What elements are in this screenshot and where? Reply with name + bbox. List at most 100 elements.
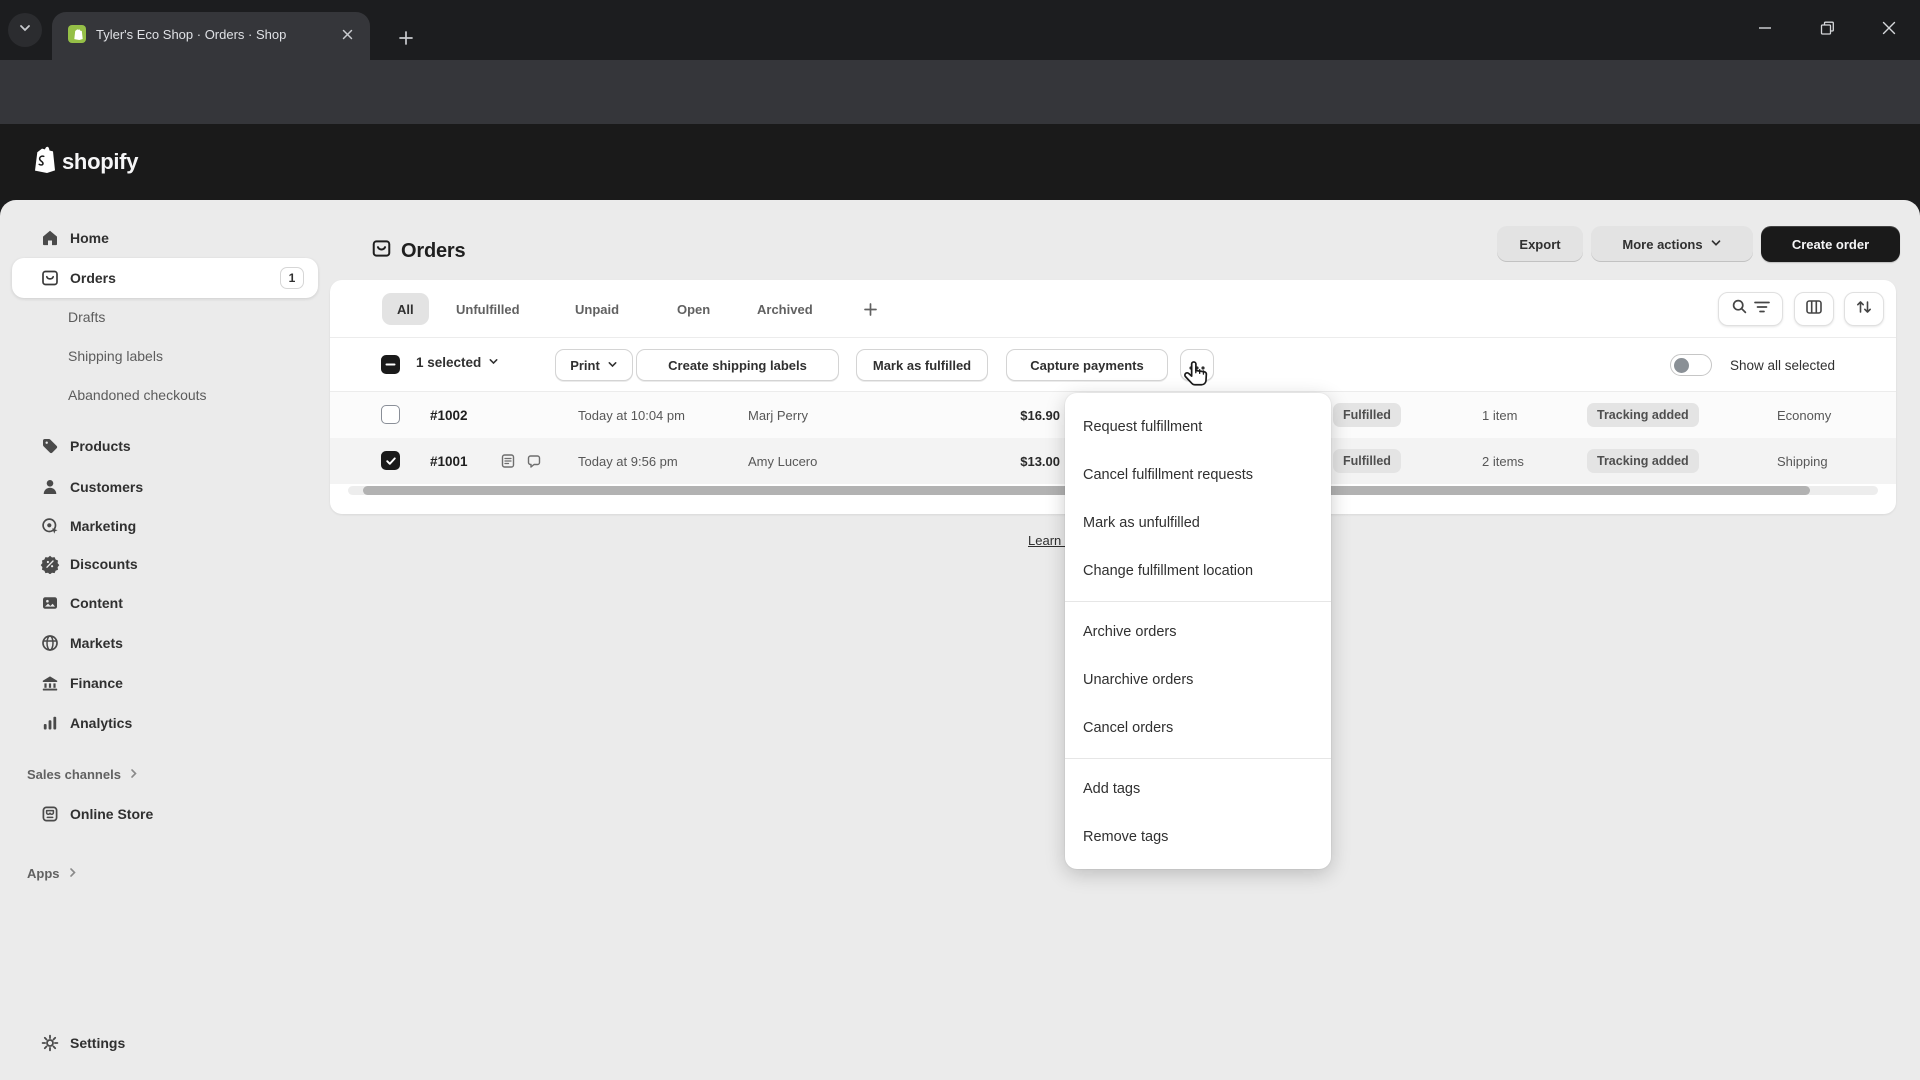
menu-item-mark-as-unfulfilled[interactable]: Mark as unfulfilled: [1065, 499, 1331, 547]
orders-count-badge: 1: [280, 267, 304, 289]
sidebar-item-online-store[interactable]: Online Store: [12, 794, 318, 834]
close-window-button[interactable]: [1858, 0, 1920, 56]
sidebar-item-label: Discounts: [70, 556, 138, 572]
sidebar-item-home[interactable]: Home: [12, 218, 318, 258]
apps-label: Apps: [27, 865, 60, 881]
mark-as-fulfilled-button[interactable]: Mark as fulfilled: [856, 349, 988, 381]
tab-label: Archived: [757, 301, 813, 317]
create-order-button[interactable]: Create order: [1761, 226, 1900, 262]
sidebar-item-label: Analytics: [70, 715, 133, 731]
order-total: $13.00: [1020, 454, 1060, 469]
menu-item-request-fulfillment[interactable]: Request fulfillment: [1065, 403, 1331, 451]
sidebar-item-analytics[interactable]: Analytics: [12, 703, 318, 743]
menu-item-archive-orders[interactable]: Archive orders: [1065, 608, 1331, 656]
sidebar-item-marketing[interactable]: Marketing: [12, 506, 318, 546]
sort-button[interactable]: [1844, 292, 1884, 326]
menu-item-cancel-orders[interactable]: Cancel orders: [1065, 704, 1331, 752]
delivery-method: Economy: [1777, 408, 1832, 423]
selected-count-label: 1 selected: [416, 355, 482, 370]
order-number[interactable]: #1001: [430, 454, 468, 469]
print-button[interactable]: Print: [555, 349, 633, 381]
selected-count-dropdown[interactable]: 1 selected: [416, 355, 499, 370]
minimize-button[interactable]: [1734, 0, 1796, 56]
menu-item-change-fulfillment-location[interactable]: Change fulfillment location: [1065, 547, 1331, 595]
tab-all[interactable]: All: [382, 293, 429, 325]
export-button[interactable]: Export: [1497, 226, 1583, 262]
sidebar-item-content[interactable]: Content: [12, 583, 318, 623]
menu-item-unarchive-orders[interactable]: Unarchive orders: [1065, 656, 1331, 704]
add-view-button[interactable]: [863, 293, 878, 325]
search-icon: [1731, 298, 1748, 320]
sidebar-item-label: Content: [70, 595, 123, 611]
tab-open[interactable]: Open: [677, 293, 710, 325]
create-shipping-labels-button[interactable]: Create shipping labels: [636, 349, 839, 381]
sidebar-item-drafts[interactable]: Drafts: [12, 297, 318, 337]
menu-item-remove-tags[interactable]: Remove tags: [1065, 813, 1331, 861]
tab-unfulfilled[interactable]: Unfulfilled: [456, 293, 520, 325]
order-items-count: 2 items: [1482, 454, 1524, 469]
comment-icon: [526, 453, 542, 474]
row-checkbox[interactable]: [381, 451, 400, 470]
tab-search-button[interactable]: [8, 13, 42, 47]
page-header: Orders: [371, 238, 466, 264]
shopify-favicon-icon: [68, 25, 86, 43]
sidebar-item-label: Home: [70, 230, 109, 246]
marketing-icon: [40, 516, 60, 536]
sidebar: Home Orders 1 Drafts Shipping labels Aba…: [0, 200, 330, 1080]
sidebar-item-orders[interactable]: Orders 1: [12, 258, 318, 298]
create-order-label: Create order: [1791, 236, 1870, 252]
tracking-status-badge: Tracking added: [1587, 403, 1699, 427]
tab-close-icon[interactable]: [336, 23, 358, 45]
order-annotations: [500, 453, 542, 474]
order-total: $16.90: [1020, 408, 1060, 423]
chevron-down-icon: [1710, 237, 1722, 252]
sidebar-item-label: Drafts: [68, 309, 106, 325]
new-tab-button[interactable]: [392, 24, 420, 52]
menu-item-cancel-fulfillment-requests[interactable]: Cancel fulfillment requests: [1065, 451, 1331, 499]
sidebar-item-customers[interactable]: Customers: [12, 467, 318, 507]
search-filter-button[interactable]: [1718, 292, 1783, 326]
sidebar-item-label: Finance: [70, 675, 123, 691]
shopify-wordmark: shopify: [62, 148, 139, 174]
menu-item-add-tags[interactable]: Add tags: [1065, 765, 1331, 813]
sidebar-item-abandoned-checkouts[interactable]: Abandoned checkouts: [12, 375, 318, 415]
show-all-selected-toggle[interactable]: [1670, 354, 1712, 376]
tab-label: Unpaid: [575, 301, 620, 317]
tab-unpaid[interactable]: Unpaid: [575, 293, 619, 325]
orders-page-icon: [371, 238, 392, 264]
toggle-knob: [1674, 357, 1689, 373]
bulk-actions-bar: 1 selected Print Create shipping labels …: [330, 338, 1896, 392]
content-icon: [40, 593, 60, 613]
restore-button[interactable]: [1796, 0, 1858, 56]
order-number[interactable]: #1002: [430, 408, 468, 423]
note-icon: [500, 453, 516, 474]
sidebar-item-label: Online Store: [70, 806, 154, 822]
online-store-icon: [40, 804, 60, 824]
page-title: Orders: [401, 239, 466, 262]
chevron-right-icon: [67, 866, 78, 881]
sidebar-item-label: Markets: [70, 635, 123, 651]
more-actions-button[interactable]: More actions: [1591, 226, 1753, 262]
order-customer: Marj Perry: [748, 408, 808, 423]
tab-archived[interactable]: Archived: [757, 293, 813, 325]
browser-tab[interactable]: Tyler's Eco Shop · Orders · Shop: [52, 12, 370, 60]
sidebar-section-apps[interactable]: Apps: [27, 861, 78, 885]
columns-icon: [1805, 298, 1823, 321]
fulfillment-status-badge: Fulfilled: [1333, 449, 1401, 473]
shopify-logo[interactable]: shopify: [30, 144, 138, 179]
order-date: Today at 10:04 pm: [578, 408, 685, 423]
sidebar-item-markets[interactable]: Markets: [12, 623, 318, 663]
columns-button[interactable]: [1794, 292, 1834, 326]
capture-payments-button[interactable]: Capture payments: [1006, 349, 1168, 381]
sidebar-section-sales-channels[interactable]: Sales channels: [27, 762, 139, 786]
row-checkbox[interactable]: [381, 405, 400, 424]
screen: Tyler's Eco Shop · Orders · Shop shopify…: [0, 0, 1920, 1080]
home-icon: [40, 228, 60, 248]
sidebar-item-finance[interactable]: Finance: [12, 663, 318, 703]
sidebar-item-settings[interactable]: Settings: [12, 1023, 318, 1063]
sidebar-item-shipping-labels[interactable]: Shipping labels: [12, 336, 318, 376]
select-all-checkbox[interactable]: [381, 355, 400, 374]
sidebar-item-discounts[interactable]: Discounts: [12, 544, 318, 584]
sidebar-item-products[interactable]: Products: [12, 426, 318, 466]
bulk-actions-menu: Request fulfillment Cancel fulfillment r…: [1065, 393, 1331, 869]
